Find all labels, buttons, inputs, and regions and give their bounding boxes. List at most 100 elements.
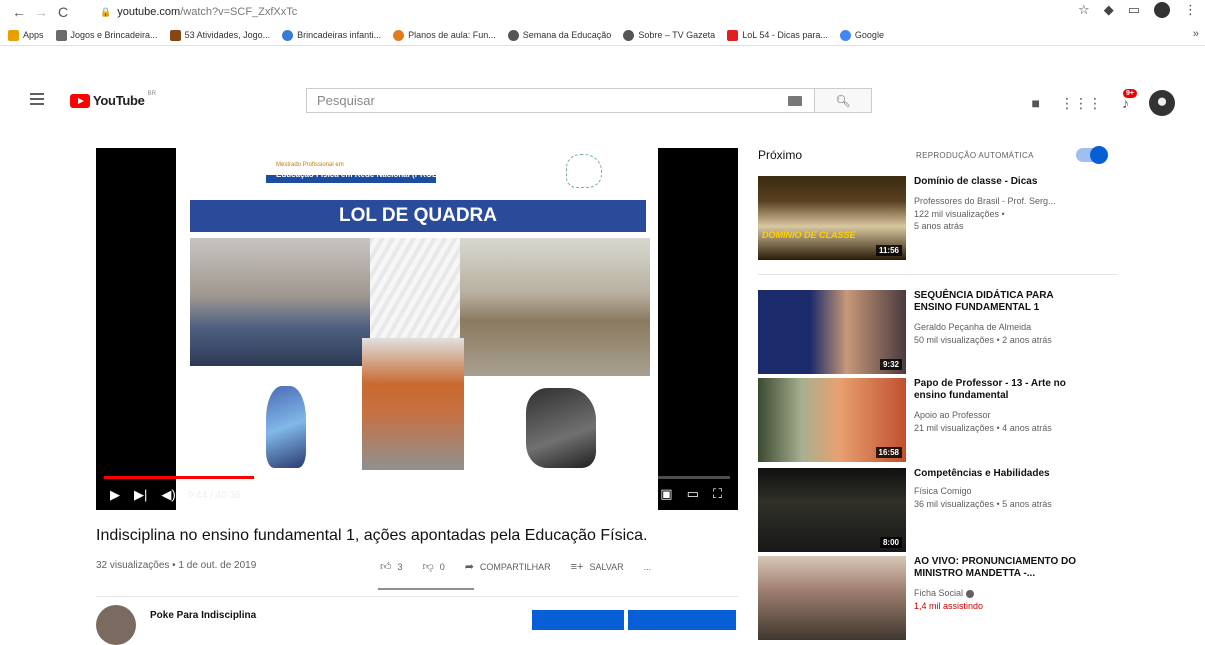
recommended-title[interactable]: Papo de Professor - 13 - Arte no ensino … xyxy=(914,378,1094,402)
bookmark-favicon xyxy=(393,29,405,41)
volume-icon[interactable]: ◀) xyxy=(161,487,175,503)
time-display: 9:44 / 40:36 xyxy=(187,489,241,501)
user-avatar[interactable] xyxy=(1149,90,1175,116)
player-controls-right: ▤ ✱ ▣ ▭ ⛶ xyxy=(609,486,722,502)
star-icon[interactable]: ☆ xyxy=(1078,2,1090,18)
like-button[interactable]: 👍︎ 3 xyxy=(380,560,403,573)
bookmark-apps[interactable]: Apps xyxy=(8,29,44,41)
game-character-image xyxy=(266,386,306,468)
extension-icon[interactable]: ◆ xyxy=(1104,2,1114,18)
recommended-title[interactable]: AO VIVO: PRONUNCIAMENTO DO MINISTRO MAND… xyxy=(914,556,1094,580)
slide-subtitle: Mestrado Profissional em xyxy=(276,162,344,168)
recommended-video[interactable]: AO VIVO: PRONUNCIAMENTO DO MINISTRO MAND… xyxy=(758,556,1118,642)
video-thumbnail[interactable] xyxy=(758,556,906,640)
video-thumbnail[interactable]: 16:58 xyxy=(758,378,906,462)
keyboard-icon[interactable] xyxy=(788,96,802,106)
progress-bar[interactable] xyxy=(104,476,730,479)
recommended-video[interactable]: 8:00 Competências e Habilidades Física C… xyxy=(758,468,1118,554)
bookmark-item[interactable]: Google xyxy=(839,29,884,41)
playlist-add-icon: ≡+ xyxy=(570,560,584,573)
hamburger-menu-icon[interactable] xyxy=(30,93,44,105)
recommended-channel[interactable]: Apoio ao Professor xyxy=(914,410,1104,420)
more-actions-button[interactable]: ... xyxy=(644,562,652,572)
bookmark-favicon xyxy=(55,29,67,41)
globe-icon xyxy=(507,29,519,41)
join-button[interactable] xyxy=(532,610,624,630)
bookmark-item[interactable]: 53 Atividades, Jogo... xyxy=(169,29,270,41)
recommended-channel[interactable]: Geraldo Peçanha de Almeida xyxy=(914,322,1104,332)
recommended-channel[interactable]: Física Comigo xyxy=(914,486,1104,496)
video-duration: 9:32 xyxy=(879,359,902,370)
subtitles-icon[interactable]: ▤ xyxy=(609,486,621,502)
video-thumbnail[interactable]: DOMÍNIO DE CLASSE 11:56 xyxy=(758,176,906,260)
menu-kebab-icon[interactable]: ⋮ xyxy=(1184,2,1197,18)
search-input[interactable]: Pesquisar xyxy=(306,88,814,113)
save-button[interactable]: ≡+ SALVAR xyxy=(571,561,624,573)
video-thumbnail[interactable]: 8:00 xyxy=(758,468,906,552)
bookmark-item[interactable]: LoL 54 - Dicas para... xyxy=(727,29,828,41)
bookmarks-overflow-icon[interactable]: » xyxy=(1193,28,1199,40)
search-button[interactable]: 🔍︎ xyxy=(814,88,872,113)
video-duration: 8:00 xyxy=(879,537,902,548)
video-meta: 32 visualizações • 1 de out. de 2019 xyxy=(96,560,257,571)
recommended-title[interactable]: Domínio de classe - Dicas xyxy=(914,176,1094,188)
video-duration: 11:56 xyxy=(875,245,902,256)
recommended-stats: 1,4 mil assistindo xyxy=(914,601,984,611)
dislike-button[interactable]: 👎︎ 0 xyxy=(423,560,445,573)
recommended-video[interactable]: 16:58 Papo de Professor - 13 - Arte no e… xyxy=(758,378,1118,464)
divider xyxy=(758,274,1118,275)
cast-icon[interactable]: ▭ xyxy=(1128,2,1140,18)
bookmark-favicon xyxy=(282,29,294,41)
theater-mode-icon[interactable]: ▭ xyxy=(687,486,699,502)
next-icon[interactable]: ▶| xyxy=(134,487,147,503)
youtube-favicon xyxy=(727,29,739,41)
autoplay-toggle[interactable] xyxy=(1076,146,1108,164)
recommended-stats: 21 mil visualizações • 4 anos atrás xyxy=(914,423,1052,433)
bookmark-item[interactable]: Jogos e Brincadeira... xyxy=(55,29,158,41)
video-frame: Mestrado Profissional em Educação Física… xyxy=(176,148,658,510)
bookmark-item[interactable]: Planos de aula: Fun... xyxy=(393,29,496,41)
apps-grid-icon xyxy=(8,29,19,41)
lock-icon: 🔒 xyxy=(100,6,112,17)
notifications-button[interactable]: ♪ 9+ xyxy=(1122,89,1137,111)
address-bar[interactable]: 🔒 youtube.com/watch?v=SCF_ZxfXxTc xyxy=(100,2,1100,22)
address-row: ← → C 🔒 youtube.com/watch?v=SCF_ZxfXxTc … xyxy=(0,0,1205,24)
bookmark-item[interactable]: Semana da Educação xyxy=(507,29,611,41)
create-video-icon[interactable]: ■ xyxy=(1032,95,1040,111)
recommended-title[interactable]: SEQUÊNCIA DIDÁTICA PARA ENSINO FUNDAMENT… xyxy=(914,290,1094,314)
play-icon[interactable]: ▶ xyxy=(110,487,120,503)
notification-badge: 9+ xyxy=(1123,89,1137,98)
profile-avatar[interactable] xyxy=(1154,2,1170,18)
apps-grid-icon[interactable]: ⋮⋮⋮ xyxy=(1060,95,1102,112)
recommended-video[interactable]: 9:32 SEQUÊNCIA DIDÁTICA PARA ENSINO FUND… xyxy=(758,290,1118,376)
url-host: youtube.com xyxy=(117,6,181,18)
recommended-video[interactable]: DOMÍNIO DE CLASSE 11:56 Domínio de class… xyxy=(758,176,1118,262)
share-button[interactable]: ➦ COMPARTILHAR xyxy=(465,560,551,573)
video-thumbnail[interactable]: 9:32 xyxy=(758,290,906,374)
bookmark-item[interactable]: Brincadeiras infanti... xyxy=(282,29,381,41)
settings-gear-icon[interactable]: ✱ xyxy=(635,486,646,502)
back-icon[interactable]: ← xyxy=(8,4,30,20)
video-title: Indisciplina no ensino fundamental 1, aç… xyxy=(96,527,648,544)
video-player[interactable]: Mestrado Profissional em Educação Física… xyxy=(96,148,738,510)
forward-icon[interactable]: → xyxy=(30,4,52,20)
students-photo xyxy=(362,338,464,470)
bookmark-item[interactable]: Sobre – TV Gazeta xyxy=(623,29,715,41)
subscribe-button[interactable] xyxy=(628,610,736,630)
thumbnail-text: DOMÍNIO DE CLASSE xyxy=(762,230,856,240)
fullscreen-icon[interactable]: ⛶ xyxy=(713,486,722,502)
share-arrow-icon: ➦ xyxy=(464,561,474,573)
browser-chrome: ← → C 🔒 youtube.com/watch?v=SCF_ZxfXxTc … xyxy=(0,0,1205,46)
recommended-channel[interactable]: Professores do Brasil - Prof. Serg... xyxy=(914,196,1104,206)
youtube-logo[interactable]: YouTube BR xyxy=(70,91,156,108)
channel-name[interactable]: Poke Para Indisciplina xyxy=(150,610,256,621)
channel-avatar[interactable] xyxy=(96,605,136,645)
miniplayer-icon[interactable]: ▣ xyxy=(660,486,672,502)
recommended-title[interactable]: Competências e Habilidades xyxy=(914,468,1094,480)
bookmarks-bar: Apps Jogos e Brincadeira... 53 Atividade… xyxy=(0,24,1205,46)
slide-heading: Educação Física em Rede Nacional (PROEF) xyxy=(276,170,445,179)
divider xyxy=(96,596,738,597)
search-bar: Pesquisar 🔍︎ xyxy=(306,88,872,113)
recommended-channel[interactable]: Ficha Social xyxy=(914,588,1104,598)
reload-icon[interactable]: C xyxy=(52,4,74,20)
